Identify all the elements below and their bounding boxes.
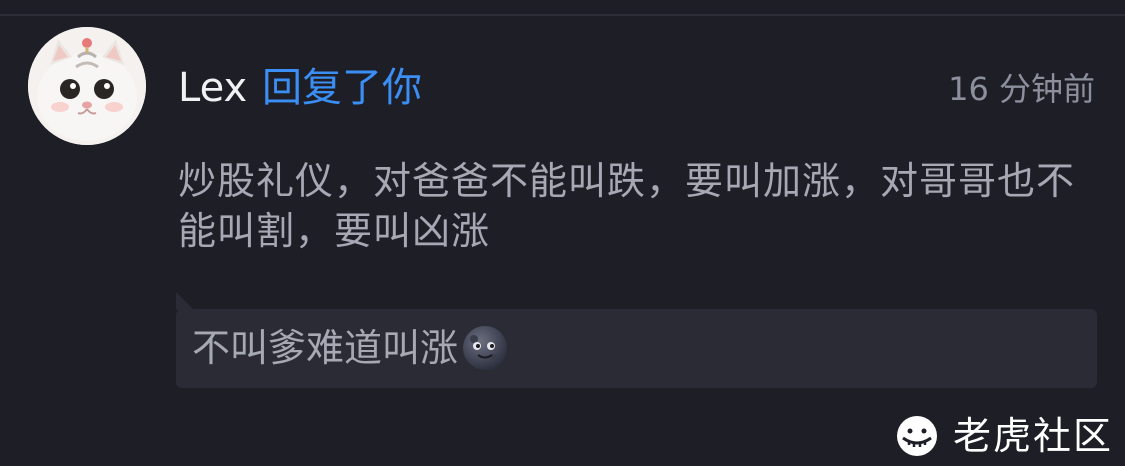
top-divider (0, 14, 1125, 16)
watermark: 老虎社区 (895, 412, 1113, 460)
quoted-comment-text-row: 不叫爹难道叫涨 (192, 323, 510, 373)
quoted-comment-text: 不叫爹难道叫涨 (192, 326, 459, 370)
username[interactable]: Lex (178, 62, 247, 114)
cat-avatar-image (28, 27, 146, 145)
comment-timestamp: 16 分钟前 (948, 70, 1095, 108)
quote-pointer (176, 292, 194, 310)
new-moon-face-icon (460, 323, 510, 373)
user-avatar[interactable] (28, 27, 146, 145)
watermark-text: 老虎社区 (952, 414, 1113, 458)
reply-action-text: 回复了你 (262, 65, 422, 111)
quoted-comment[interactable]: 不叫爹难道叫涨 (176, 309, 1097, 388)
tiger-logo-icon (896, 416, 937, 456)
comment-body: 炒股礼仪，对爸爸不能叫跌，要叫加涨，对哥哥也不能叫割，要叫凶涨 (178, 159, 1076, 253)
